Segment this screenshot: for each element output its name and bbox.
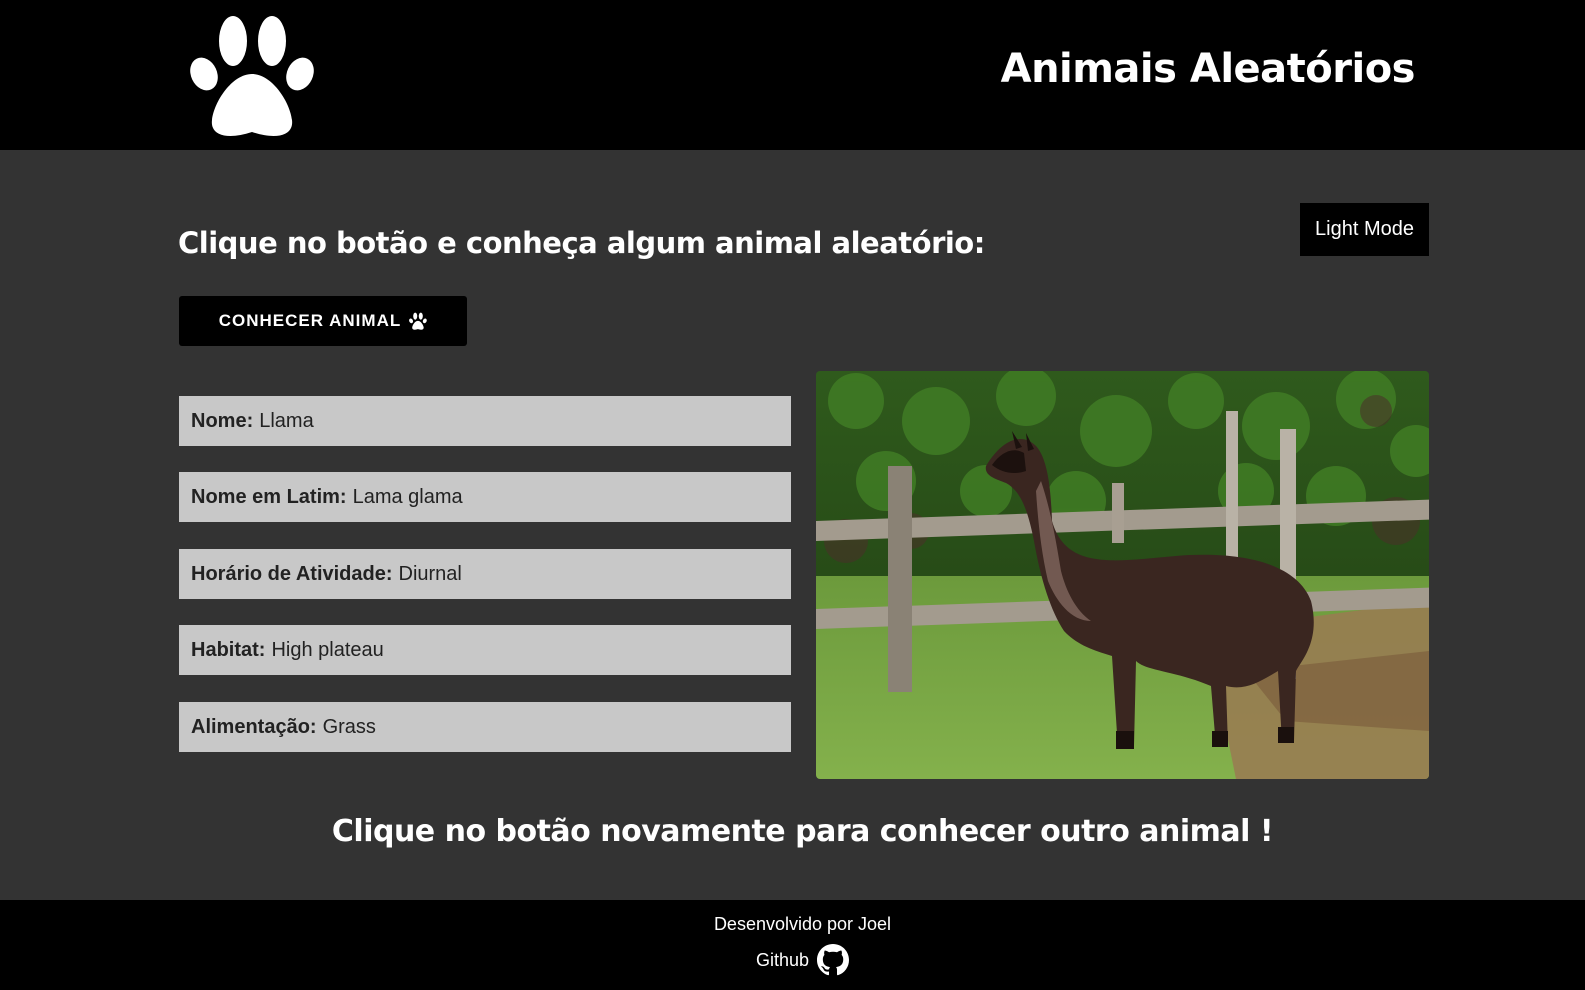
page-heading: Clique no botão e conheça algum animal a… (178, 226, 985, 260)
paw-icon (190, 16, 314, 136)
conhecer-animal-label: CONHECER ANIMAL (218, 311, 402, 330)
field-alimentacao: Alimentação: Grass (179, 702, 791, 752)
bottom-message: Clique no botão novamente para conhecer … (331, 814, 1274, 849)
field-value: Lama glama (352, 485, 463, 508)
field-label: Habitat: (191, 638, 266, 661)
field-value: Diurnal (398, 562, 462, 585)
site-title: Animais Aleatórios (1000, 46, 1416, 92)
field-label: Nome em Latim: (191, 485, 347, 508)
paw-icon (409, 312, 427, 330)
header: Animais Aleatórios (0, 0, 1585, 150)
field-value: High plateau (271, 638, 384, 661)
developer-credit: Desenvolvido por Joel (713, 914, 892, 934)
conhecer-animal-button[interactable]: CONHECER ANIMAL (179, 296, 467, 346)
field-nome: Nome: Llama (179, 396, 791, 446)
field-nome-latim: Nome em Latim: Lama glama (179, 472, 791, 522)
field-label: Nome: (191, 409, 254, 432)
field-horario-atividade: Horário de Atividade: Diurnal (179, 549, 791, 599)
field-label: Alimentação: (191, 715, 317, 738)
github-link[interactable]: Github (0, 944, 1585, 976)
github-label: Github (755, 949, 810, 970)
animal-photo (816, 371, 1429, 779)
field-label: Horário de Atividade: (191, 562, 393, 585)
light-mode-button[interactable]: Light Mode (1300, 203, 1429, 256)
github-icon (817, 944, 850, 976)
field-habitat: Habitat: High plateau (179, 625, 791, 675)
field-value: Grass (322, 715, 376, 738)
field-value: Llama (259, 409, 314, 432)
footer: Desenvolvido por Joel Github (0, 900, 1585, 990)
